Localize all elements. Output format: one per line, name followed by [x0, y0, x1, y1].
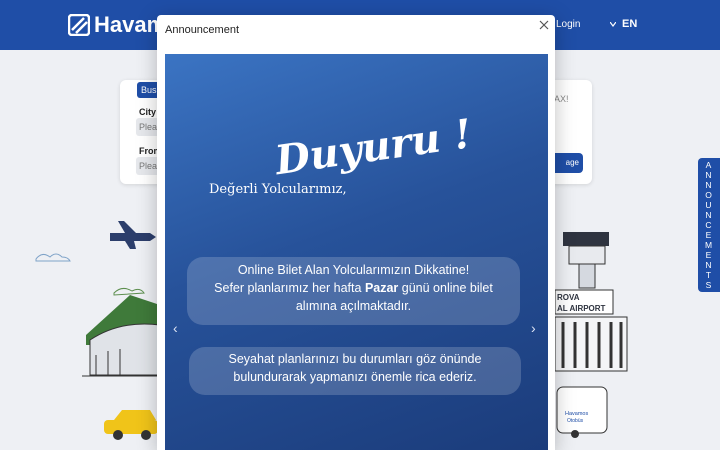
- message2-line2: bulundurarak yapmanızı önemle rica ederi…: [233, 370, 477, 384]
- message2-line1: Seyahat planlarınızı bu durumları göz ön…: [228, 352, 482, 366]
- slide-heading: Duyuru !: [268, 80, 477, 187]
- message1-line3: alımına açılmaktadır.: [295, 299, 412, 313]
- slide-heading-text: Duyuru !: [272, 110, 475, 185]
- close-icon[interactable]: [539, 20, 549, 30]
- announcement-slide: Duyuru ! Değerli Yolcularımız, Online Bi…: [165, 54, 548, 450]
- prev-slide-button[interactable]: ‹: [173, 320, 178, 336]
- next-slide-button[interactable]: ›: [531, 320, 536, 336]
- message1-line1: Online Bilet Alan Yolcularımızın Dikkati…: [237, 263, 470, 277]
- message-bubble-2: Seyahat planlarınızı bu durumları göz ön…: [189, 347, 521, 395]
- message-bubble-1: Online Bilet Alan Yolcularımızın Dikkati…: [187, 257, 520, 325]
- modal-overlay: Announcement Duyuru ! Değerli Yolcularım…: [0, 0, 720, 450]
- announcement-modal: Announcement Duyuru ! Değerli Yolcularım…: [157, 15, 555, 450]
- slide-greeting: Değerli Yolcularımız,: [209, 182, 347, 197]
- modal-title: Announcement: [165, 24, 239, 36]
- message1-line2: Sefer planlarımız her hafta Pazar günü o…: [214, 281, 493, 295]
